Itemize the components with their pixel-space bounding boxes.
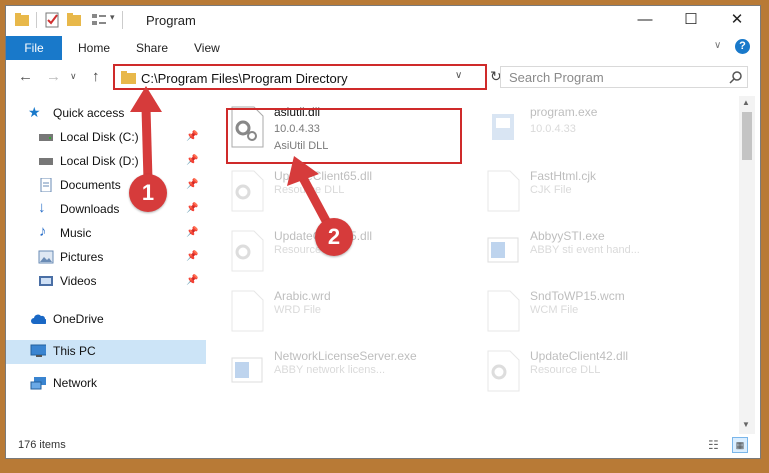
callout-step-1: 1 [129, 174, 167, 212]
arrow-1-head [130, 86, 162, 112]
callout-step-2: 2 [315, 218, 353, 256]
annotation-arrows [130, 86, 336, 235]
arrow-1-shaft [141, 107, 153, 181]
